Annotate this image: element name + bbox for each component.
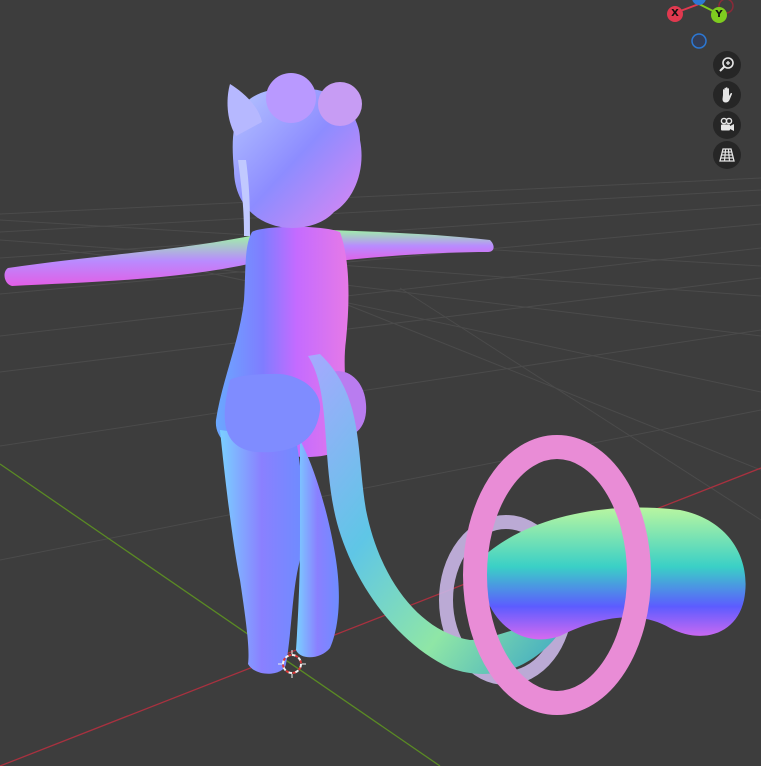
perspective-toggle-button[interactable] (713, 141, 741, 169)
navigation-gizmo[interactable]: X Y (660, 0, 740, 56)
gizmo-x-label: X (671, 8, 679, 19)
viewport-scene (0, 73, 761, 766)
gizmo-y-label: Y (715, 9, 723, 20)
y-axis-line (0, 463, 441, 766)
hair-bun-right (318, 82, 362, 126)
right-arm (330, 230, 494, 262)
3d-viewport[interactable] (0, 0, 761, 766)
pan-button[interactable] (713, 81, 741, 109)
camera-button[interactable] (713, 111, 741, 139)
gizmo-x-axis[interactable]: X (667, 6, 683, 22)
hair-bun-left (266, 73, 316, 123)
hand-icon (722, 87, 733, 103)
camera-icon (720, 117, 734, 131)
zoom-icon (719, 57, 734, 72)
zoom-button[interactable] (713, 51, 741, 79)
gizmo-y-axis[interactable]: Y (711, 7, 727, 23)
left-leg (220, 430, 303, 674)
character-model (4, 73, 746, 715)
grid-icon (719, 148, 735, 162)
